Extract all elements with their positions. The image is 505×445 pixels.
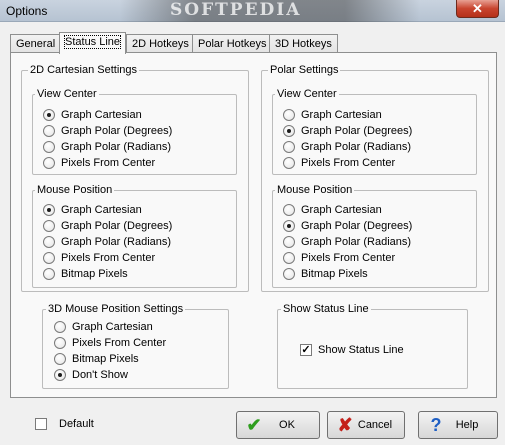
- tab-status-line[interactable]: Status Line: [59, 32, 127, 54]
- radio-polar-vc[interactable]: Graph Cartesian: [283, 107, 382, 123]
- cartesian-view-center-title: View Center: [35, 88, 99, 100]
- polar-settings-group: Polar Settings View Center Graph Cartesi…: [261, 64, 489, 292]
- checkbox-box: [35, 418, 47, 430]
- radio-indicator: [54, 321, 66, 333]
- radio-polar-mp[interactable]: Graph Polar (Degrees): [283, 218, 412, 234]
- radio-indicator: [283, 252, 295, 264]
- show-status-line-label: Show Status Line: [318, 344, 404, 356]
- default-label: Default: [59, 418, 94, 430]
- tab-2d-hotkeys[interactable]: 2D Hotkeys: [126, 34, 195, 53]
- polar-mouse-position-group: Mouse Position Graph Cartesian Graph Pol…: [272, 184, 477, 288]
- radio-cart-mp[interactable]: Graph Cartesian: [43, 202, 142, 218]
- radio-polar-vc[interactable]: Graph Polar (Radians): [283, 139, 411, 155]
- cancel-button[interactable]: ✘ Cancel: [327, 411, 405, 439]
- radio-cart-mp[interactable]: Bitmap Pixels: [43, 266, 128, 282]
- radio-cart-vc[interactable]: Graph Polar (Radians): [43, 139, 171, 155]
- tab-3d-hotkeys[interactable]: 3D Hotkeys: [269, 34, 338, 53]
- default-checkbox[interactable]: Default: [35, 416, 94, 432]
- radio-indicator: [54, 337, 66, 349]
- radio-indicator: [283, 109, 295, 121]
- radio-indicator: [43, 157, 55, 169]
- radio-indicator: [54, 369, 66, 381]
- radio-indicator: [283, 204, 295, 216]
- radio-cart-mp[interactable]: Graph Polar (Degrees): [43, 218, 172, 234]
- radio-indicator: [283, 125, 295, 137]
- radio-indicator: [43, 268, 55, 280]
- help-label: Help: [455, 419, 479, 431]
- radio-indicator: [54, 353, 66, 365]
- help-button[interactable]: ? Help: [418, 411, 498, 439]
- radio-cart-vc[interactable]: Pixels From Center: [43, 155, 155, 171]
- radio-indicator: [43, 236, 55, 248]
- radio-polar-vc[interactable]: Graph Polar (Degrees): [283, 123, 412, 139]
- polar-mouse-position-title: Mouse Position: [275, 184, 355, 196]
- close-button[interactable]: ✕: [456, 0, 499, 18]
- status-line-panel: 2D Cartesian Settings View Center Graph …: [10, 52, 497, 398]
- radio-3d-mp[interactable]: Pixels From Center: [54, 335, 166, 351]
- mouse3d-settings-title: 3D Mouse Position Settings: [46, 303, 186, 315]
- radio-polar-mp[interactable]: Bitmap Pixels: [283, 266, 368, 282]
- close-icon: ✕: [472, 1, 483, 16]
- checkbox-box: ✓: [300, 344, 312, 356]
- title-bar: Options SOFTPEDIA ✕: [0, 0, 505, 22]
- cartesian-settings-group: 2D Cartesian Settings View Center Graph …: [21, 64, 249, 292]
- cartesian-mouse-position-group: Mouse Position Graph Cartesian Graph Pol…: [32, 184, 237, 288]
- show-status-line-checkbox[interactable]: ✓ Show Status Line: [300, 342, 404, 358]
- question-icon: ?: [430, 414, 442, 435]
- radio-indicator: [283, 220, 295, 232]
- window-title: Options: [6, 4, 48, 18]
- cartesian-view-center-group: View Center Graph Cartesian Graph Polar …: [32, 88, 237, 175]
- show-status-line-group: Show Status Line ✓ Show Status Line: [277, 303, 468, 389]
- check-icon: ✓: [301, 344, 311, 356]
- polar-view-center-group: View Center Graph Cartesian Graph Polar …: [272, 88, 477, 175]
- watermark-text: SOFTPEDIA: [170, 0, 302, 20]
- radio-indicator: [283, 157, 295, 169]
- radio-3d-mp[interactable]: Don't Show: [54, 367, 128, 383]
- radio-indicator: [43, 141, 55, 153]
- radio-3d-mp[interactable]: Bitmap Pixels: [54, 351, 139, 367]
- radio-3d-mp[interactable]: Graph Cartesian: [54, 319, 153, 335]
- radio-cart-vc[interactable]: Graph Polar (Degrees): [43, 123, 172, 139]
- radio-polar-mp[interactable]: Graph Cartesian: [283, 202, 382, 218]
- radio-cart-mp[interactable]: Graph Polar (Radians): [43, 234, 171, 250]
- tab-general[interactable]: General: [10, 34, 62, 53]
- checkmark-icon: ✔: [246, 414, 262, 435]
- tab-polar-hotkeys[interactable]: Polar Hotkeys: [192, 34, 273, 53]
- radio-indicator: [283, 141, 295, 153]
- radio-indicator: [43, 252, 55, 264]
- radio-cart-vc[interactable]: Graph Cartesian: [43, 107, 142, 123]
- ok-label: OK: [279, 419, 295, 431]
- radio-indicator: [283, 236, 295, 248]
- radio-indicator: [43, 125, 55, 137]
- radio-cart-mp[interactable]: Pixels From Center: [43, 250, 155, 266]
- show-status-line-title: Show Status Line: [281, 303, 371, 315]
- radio-indicator: [43, 109, 55, 121]
- cartesian-mouse-position-title: Mouse Position: [35, 184, 115, 196]
- cancel-label: Cancel: [357, 419, 393, 431]
- radio-polar-vc[interactable]: Pixels From Center: [283, 155, 395, 171]
- mouse3d-settings-group: 3D Mouse Position Settings Graph Cartesi…: [42, 303, 229, 389]
- radio-polar-mp[interactable]: Pixels From Center: [283, 250, 395, 266]
- radio-indicator: [43, 204, 55, 216]
- ok-button[interactable]: ✔ OK: [236, 411, 320, 439]
- radio-indicator: [283, 268, 295, 280]
- radio-indicator: [43, 220, 55, 232]
- x-icon: ✘: [337, 414, 353, 435]
- polar-view-center-title: View Center: [275, 88, 339, 100]
- polar-settings-title: Polar Settings: [268, 64, 341, 76]
- cartesian-settings-title: 2D Cartesian Settings: [28, 64, 139, 76]
- radio-polar-mp[interactable]: Graph Polar (Radians): [283, 234, 411, 250]
